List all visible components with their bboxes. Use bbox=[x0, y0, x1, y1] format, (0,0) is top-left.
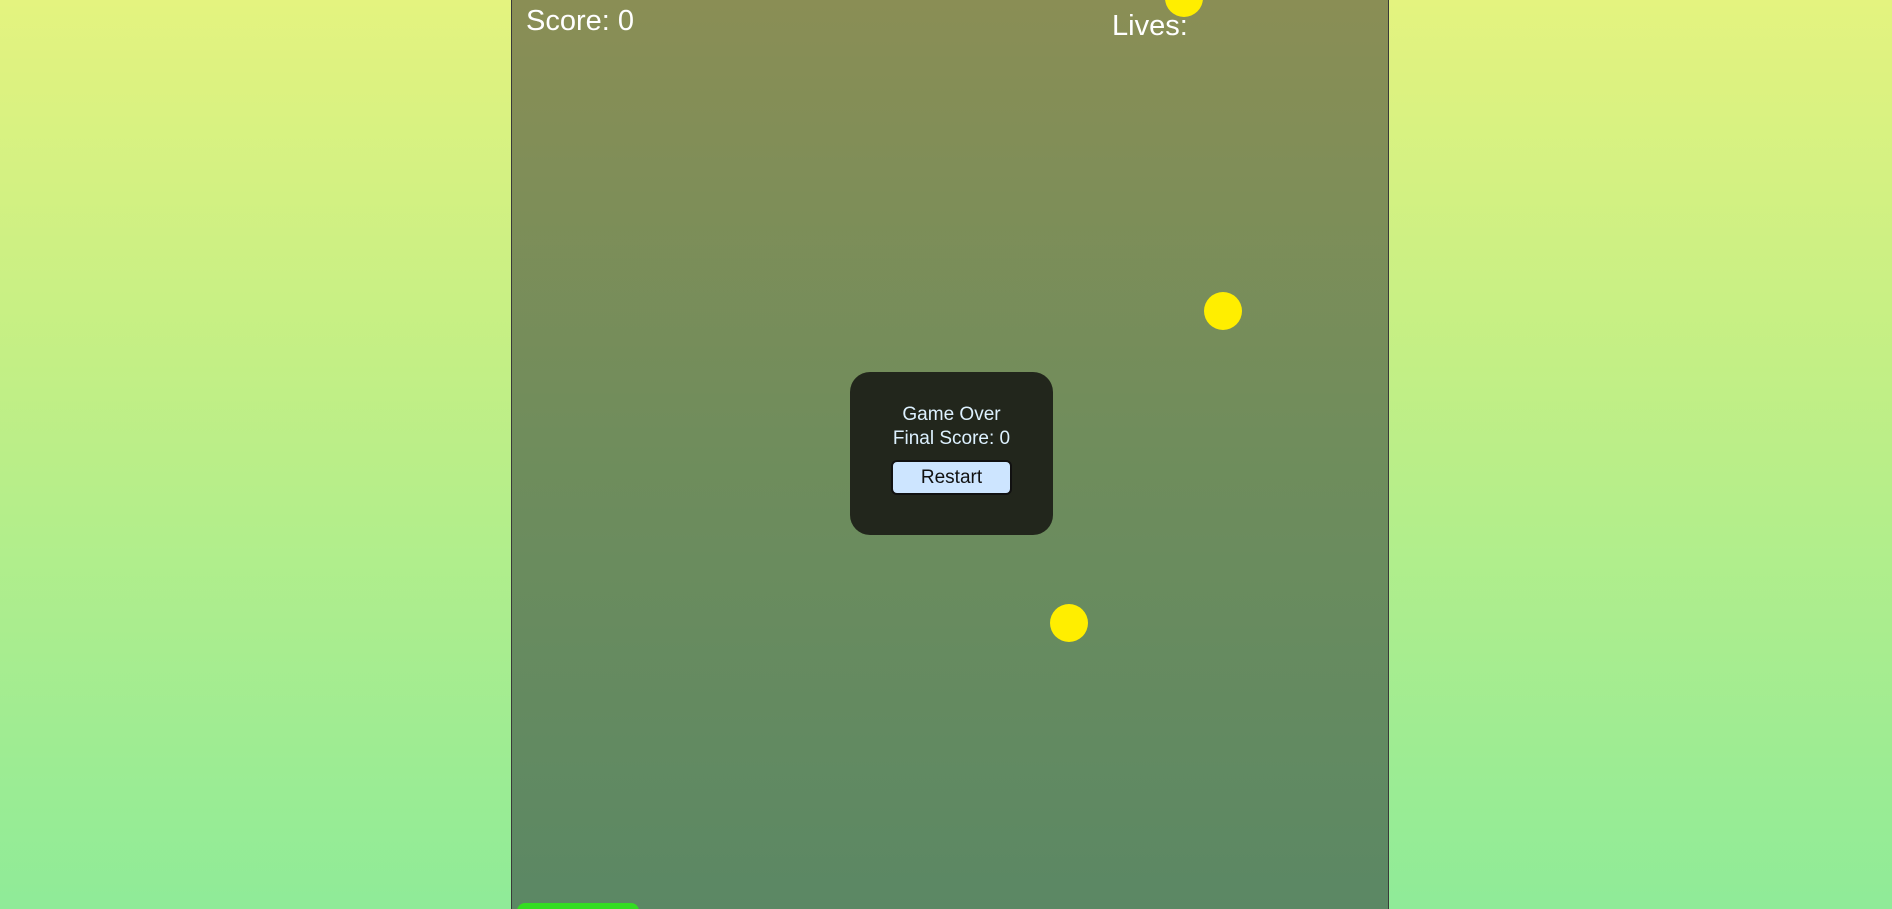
restart-button[interactable]: Restart bbox=[891, 460, 1012, 495]
final-score: Final Score: 0 bbox=[892, 428, 1011, 449]
falling-ball bbox=[1050, 604, 1088, 642]
game-over-title: Game Over bbox=[902, 404, 1001, 425]
player-paddle[interactable] bbox=[517, 903, 639, 909]
game-area[interactable]: Score: 0 Lives: Game Over Final Score: 0… bbox=[511, 0, 1389, 909]
game-over-dialog: Game Over Final Score: 0 Restart bbox=[850, 372, 1053, 535]
score-display: Score: 0 bbox=[526, 5, 634, 37]
falling-ball bbox=[1204, 292, 1242, 330]
